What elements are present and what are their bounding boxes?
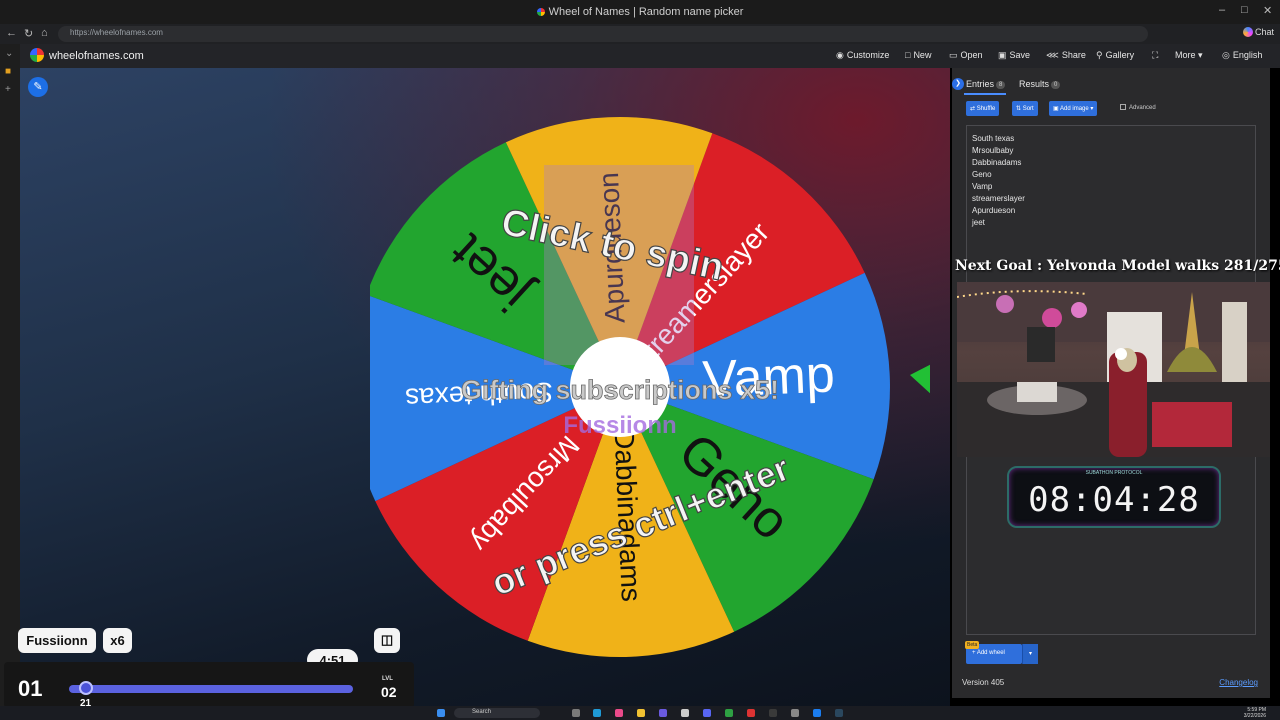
app-icon[interactable] (615, 709, 623, 717)
plus-icon[interactable]: + (5, 84, 11, 95)
shuffle-button[interactable]: ⇄ Shuffle (966, 101, 1000, 116)
list-item[interactable]: streamerslayer (972, 194, 1025, 203)
add-image-button[interactable]: ▣ Add image ▾ (1049, 101, 1098, 116)
level-progress-hud: 01 21 LVL 02 (4, 662, 414, 709)
system-clock: 5:59 PM 3/22/2026 (1243, 707, 1266, 719)
app-icon[interactable] (747, 709, 755, 717)
sort-icon: ⇅ (1016, 106, 1022, 112)
lvl-label: LVL (382, 676, 393, 682)
share-icon: ⋘ (1046, 50, 1059, 60)
list-item[interactable]: Mrsoulbaby (972, 146, 1013, 155)
shuffle-icon: ⇄ (970, 106, 976, 112)
beta-badge: Beta (965, 641, 980, 649)
open-button[interactable]: ▭ Open (949, 50, 983, 61)
chevron-right-icon[interactable]: ❯ (952, 78, 964, 90)
app-icon[interactable] (769, 709, 777, 717)
webcam-scene (957, 282, 1270, 457)
share-button[interactable]: ⋘ Share (1046, 50, 1086, 61)
tab-entries[interactable]: Entries 8 (966, 79, 1006, 89)
discord-icon[interactable] (703, 709, 711, 717)
address-bar[interactable]: https://wheelofnames.com (58, 26, 1148, 42)
level-progress-bar (69, 685, 353, 693)
timer-value: 08:04:28 (1028, 480, 1200, 520)
taskbar-search[interactable]: Search (454, 708, 540, 718)
app-icon[interactable] (659, 709, 667, 717)
chevron-down-icon[interactable]: ⌄ (5, 48, 13, 59)
app-icon[interactable] (791, 709, 799, 717)
version-label: Version 405 (962, 678, 1005, 687)
timer-label: SUBATHON PROTOCOL (1085, 470, 1143, 476)
chat-button[interactable]: Chat (1242, 27, 1274, 37)
palette-icon: ◉ (836, 50, 844, 60)
save-button[interactable]: ▣ Save (998, 50, 1030, 61)
spin-wheel[interactable]: streamerslayerVampGenoDabbinadamsMrsoulb… (370, 107, 930, 667)
favicon-icon (536, 8, 545, 16)
edit-pencil-icon[interactable]: ✎ (28, 77, 48, 97)
app-icon[interactable] (725, 709, 733, 717)
list-item[interactable]: Geno (972, 170, 992, 179)
brand[interactable]: wheelofnames.com (30, 48, 144, 62)
list-item[interactable]: Vamp (972, 182, 992, 191)
folder-icon[interactable] (637, 709, 645, 717)
taskbar: Search 5:59 PM 3/22/2026 (0, 706, 1280, 720)
gift-alert-text: Gifting subscriptions x5! (461, 375, 779, 405)
file-icon: □ (905, 50, 911, 60)
gallery-button[interactable]: ⚲ Gallery (1096, 50, 1134, 61)
app-header: wheelofnames.com ◉ Customize □ New ▭ Open ▣… (20, 44, 1280, 68)
copilot-icon (1242, 27, 1253, 37)
home-icon[interactable]: ⌂ (41, 27, 48, 39)
maximize-icon[interactable]: □ (1241, 4, 1248, 16)
window-title-bar: Wheel of Names | Random name picker – □ … (0, 0, 1280, 24)
changelog-link[interactable]: Changelog (1219, 678, 1258, 687)
browser-sidebar: ⌄ ■ + (0, 44, 20, 720)
fullscreen-icon[interactable]: ⛶ (1152, 50, 1158, 61)
list-item[interactable]: jeet (972, 218, 985, 227)
minimize-icon[interactable]: – (1219, 4, 1225, 16)
wheel-pointer (910, 364, 930, 394)
window-title: Wheel of Names | Random name picker (0, 6, 1280, 18)
sort-button[interactable]: ⇅ Sort (1012, 101, 1038, 116)
entries-count-badge: 8 (996, 81, 1006, 89)
list-item[interactable]: Dabbinadams (972, 158, 1021, 167)
app-icon[interactable] (681, 709, 689, 717)
gifter-name: Fussiionn (563, 412, 676, 439)
new-button[interactable]: □ New (905, 50, 931, 60)
train-icon: ◫ (374, 628, 400, 653)
browser-toolbar: ← ↻ ⌂ https://wheelofnames.com Chat (0, 24, 1280, 44)
close-icon[interactable]: ✕ (1263, 4, 1272, 17)
image-icon: ▣ (1053, 106, 1059, 112)
progress-knob (79, 681, 93, 695)
reload-icon[interactable]: ↻ (24, 27, 33, 40)
globe-icon: ◎ (1222, 50, 1230, 60)
search-icon: ⚲ (1096, 50, 1103, 60)
customize-button[interactable]: ◉ Customize (836, 50, 889, 61)
wheel-logo-icon (30, 48, 44, 62)
active-tab-indicator (964, 93, 1006, 95)
app-icon[interactable] (813, 709, 821, 717)
next-level: 02 (381, 684, 397, 700)
next-goal-banner: Next Goal : Yelvonda Model walks 281/275 (955, 258, 1280, 274)
tab-results[interactable]: Results 0 (1019, 79, 1061, 89)
list-item[interactable]: Apurdueson (972, 206, 1015, 215)
list-item[interactable]: South texas (972, 134, 1014, 143)
tab-icon[interactable]: ■ (5, 66, 11, 77)
edge-icon[interactable] (593, 709, 601, 717)
webcam-feed (957, 282, 1270, 457)
gift-multiplier: x6 (103, 628, 132, 653)
current-level: 01 (18, 676, 43, 701)
windows-start-icon[interactable] (437, 709, 445, 717)
advanced-toggle[interactable]: Advanced (1120, 104, 1156, 111)
folder-icon: ▭ (949, 50, 958, 60)
chevron-down-icon[interactable]: ▾ (1022, 644, 1038, 664)
steam-icon[interactable] (835, 709, 843, 717)
more-button[interactable]: More ▾ (1175, 50, 1203, 61)
gifter-username: Fussiionn (18, 628, 96, 653)
advanced-checkbox[interactable] (1120, 104, 1126, 110)
back-icon[interactable]: ← (6, 27, 17, 39)
save-icon: ▣ (998, 50, 1007, 60)
results-count-badge: 0 (1051, 81, 1061, 89)
task-view-icon[interactable] (572, 709, 580, 717)
language-button[interactable]: ◎ English (1222, 50, 1262, 61)
subathon-timer: SUBATHON PROTOCOL 08:04:28 (1007, 466, 1221, 528)
